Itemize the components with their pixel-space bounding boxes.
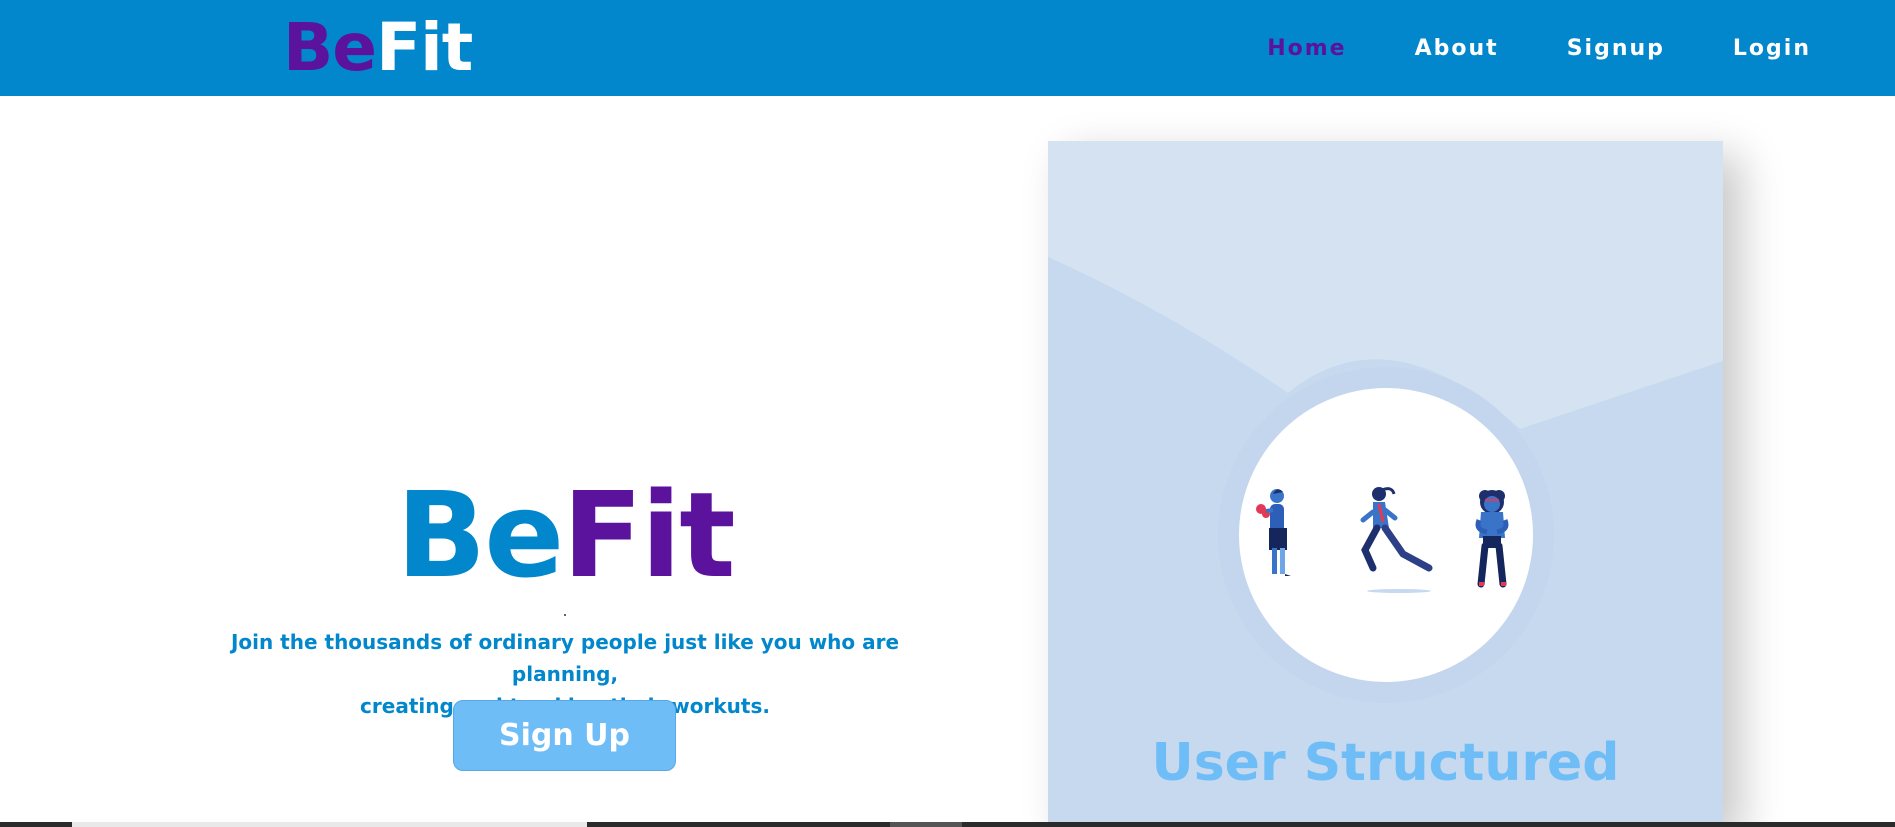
hero-title: BeFit bbox=[0, 470, 1130, 600]
nav-menu: Home About Signup Login bbox=[1267, 0, 1811, 96]
nav-link-about[interactable]: About bbox=[1415, 36, 1499, 61]
athlete-figure-icon bbox=[1475, 490, 1509, 588]
feature-card: User Structured bbox=[1048, 141, 1723, 827]
card-title: User Structured bbox=[1151, 733, 1620, 793]
illustration-circle bbox=[1239, 388, 1533, 682]
boxer-figure-icon bbox=[1256, 489, 1291, 576]
logo-part-be: Be bbox=[283, 9, 377, 86]
signup-button[interactable]: Sign Up bbox=[453, 700, 676, 771]
nav-link-signup[interactable]: Signup bbox=[1567, 36, 1665, 61]
top-navbar: BeFit Home About Signup Login bbox=[0, 0, 1895, 96]
hero-title-be: Be bbox=[396, 466, 564, 604]
hero-divider-dot bbox=[564, 614, 566, 616]
bottom-scroll-thumb[interactable] bbox=[72, 822, 587, 827]
runner-figure-icon bbox=[1360, 487, 1433, 593]
nav-link-home[interactable]: Home bbox=[1267, 36, 1346, 61]
hero-description-line-1: Join the thousands of ordinary people ju… bbox=[230, 630, 900, 686]
logo-part-fit: Fit bbox=[376, 9, 473, 86]
brand-logo[interactable]: BeFit bbox=[283, 8, 473, 88]
fitness-illustration bbox=[1256, 487, 1509, 593]
hero-title-fit: Fit bbox=[562, 466, 735, 604]
bottom-scroll-segment bbox=[890, 822, 962, 827]
nav-link-login[interactable]: Login bbox=[1733, 36, 1811, 61]
